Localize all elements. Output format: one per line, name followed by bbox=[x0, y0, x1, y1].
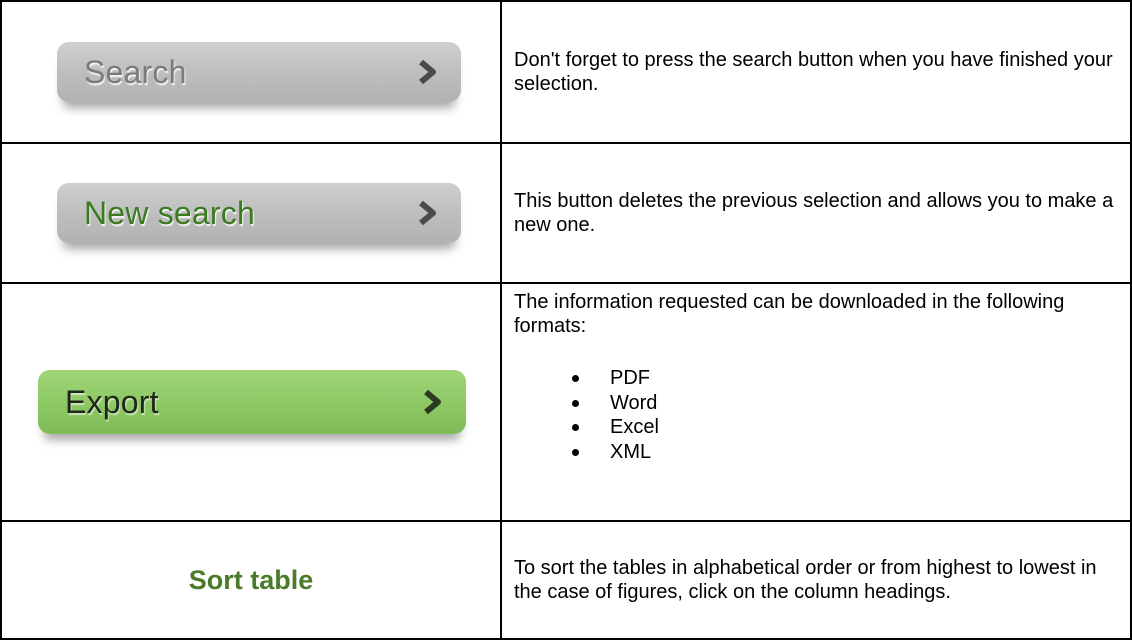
button-cell: Search bbox=[0, 0, 502, 144]
sort-table-label[interactable]: Sort table bbox=[189, 565, 314, 595]
description-cell: Don't forget to press the search button … bbox=[500, 0, 1132, 144]
table-row: Search Don't forget to press the search … bbox=[0, 0, 1132, 144]
button-cell: Sort table bbox=[0, 520, 502, 640]
list-item: Word bbox=[572, 391, 1120, 416]
chevron-right-icon bbox=[424, 389, 441, 415]
search-description: Don't forget to press the search button … bbox=[514, 49, 1113, 95]
list-item: PDF bbox=[572, 366, 1120, 391]
format-list: PDF Word Excel XML bbox=[514, 366, 1120, 464]
description-cell: This button deletes the previous selecti… bbox=[500, 142, 1132, 284]
search-button-label: Search bbox=[84, 53, 187, 90]
help-table: Search Don't forget to press the search … bbox=[0, 0, 1132, 640]
description-cell: The information requested can be downloa… bbox=[500, 282, 1132, 522]
table-row: New search This button deletes the previ… bbox=[0, 142, 1132, 284]
new-search-description: This button deletes the previous selecti… bbox=[514, 190, 1114, 236]
table-row: Export The information requested can be … bbox=[0, 282, 1132, 522]
export-button-label: Export bbox=[65, 383, 159, 420]
sort-table-description: To sort the tables in alphabetical order… bbox=[514, 557, 1097, 603]
list-item: XML bbox=[572, 440, 1120, 465]
chevron-right-icon bbox=[419, 59, 436, 85]
new-search-button-label: New search bbox=[84, 194, 255, 231]
export-button[interactable]: Export bbox=[38, 370, 466, 434]
chevron-right-icon bbox=[419, 200, 436, 226]
export-description: The information requested can be downloa… bbox=[514, 291, 1065, 337]
button-cell: Export bbox=[0, 282, 502, 522]
button-cell: New search bbox=[0, 142, 502, 284]
table-row: Sort table To sort the tables in alphabe… bbox=[0, 520, 1132, 640]
list-item: Excel bbox=[572, 415, 1120, 440]
search-button[interactable]: Search bbox=[57, 42, 461, 102]
new-search-button[interactable]: New search bbox=[57, 183, 461, 243]
description-cell: To sort the tables in alphabetical order… bbox=[500, 520, 1132, 640]
